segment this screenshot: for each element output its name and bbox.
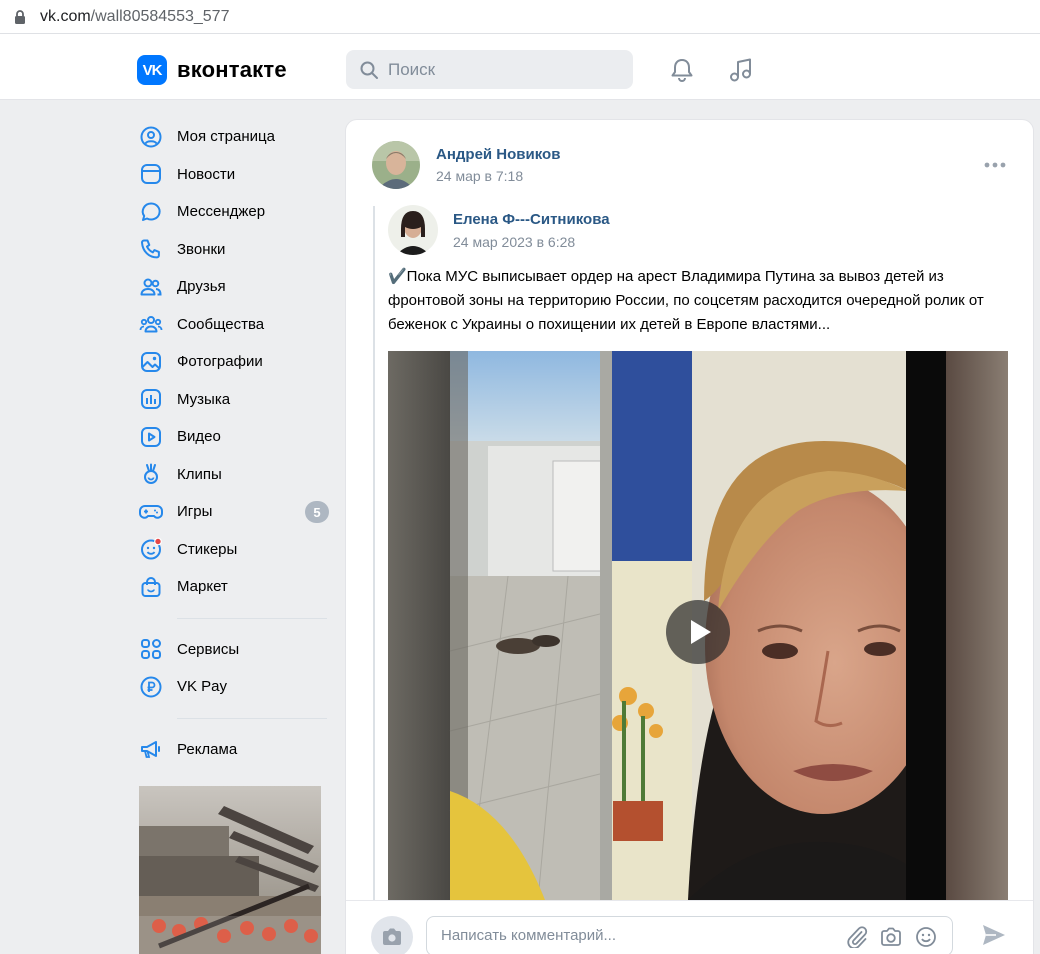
phone-icon xyxy=(137,235,165,263)
sidebar-item-services[interactable]: Сервисы xyxy=(137,631,329,669)
url-path: /wall80584553_577 xyxy=(90,8,230,25)
camera-icon xyxy=(383,928,401,945)
sidebar-item-label: Звонки xyxy=(177,240,226,258)
sidebar-item-label: Реклама xyxy=(177,740,238,758)
send-icon[interactable] xyxy=(981,923,1007,947)
left-sidebar: Моя страница Новости Мессенджер Звонки Д… xyxy=(137,118,329,768)
attach-icon[interactable] xyxy=(845,926,869,948)
post-date[interactable]: 24 мар в 7:18 xyxy=(436,168,523,184)
sidebar-item-calls[interactable]: Звонки xyxy=(137,231,329,269)
sidebar-item-label: Стикеры xyxy=(177,540,238,558)
author-avatar[interactable] xyxy=(372,141,420,189)
sidebar-item-music[interactable]: Музыка xyxy=(137,381,329,419)
my-avatar-placeholder[interactable] xyxy=(371,916,413,954)
megaphone-icon xyxy=(137,735,165,763)
wall-post: Андрей Новиков 24 мар в 7:18 Елена Ф---С… xyxy=(345,119,1034,954)
sidebar-item-communities[interactable]: Сообщества xyxy=(137,306,329,344)
sidebar-item-friends[interactable]: Друзья xyxy=(137,268,329,306)
newsfeed-icon xyxy=(137,160,165,188)
games-count-badge: 5 xyxy=(305,501,329,523)
sidebar-item-ads[interactable]: Реклама xyxy=(137,731,329,769)
url-host: vk.com xyxy=(40,8,91,25)
sidebar-item-label: Сервисы xyxy=(177,640,240,658)
camera-icon[interactable] xyxy=(879,926,903,948)
browser-url-bar[interactable]: vk.com/wall80584553_577 xyxy=(0,0,1040,34)
user-circle-icon xyxy=(137,123,165,151)
sidebar-divider xyxy=(177,717,327,719)
music-icon xyxy=(137,385,165,413)
more-options-icon[interactable] xyxy=(983,160,1007,170)
repost-author-name[interactable]: Елена Ф---Ситникова xyxy=(453,211,610,228)
comment-bar xyxy=(346,900,1033,954)
sidebar-item-label: Видео xyxy=(177,428,221,446)
vk-logo[interactable]: VK вконтакте xyxy=(137,55,287,85)
promo-image[interactable] xyxy=(139,786,321,954)
sidebar-divider xyxy=(177,617,327,619)
sidebar-item-label: Маркет xyxy=(177,578,228,596)
sidebar-item-photos[interactable]: Фотографии xyxy=(137,343,329,381)
sidebar-item-label: Новости xyxy=(177,165,236,183)
lock-icon xyxy=(15,10,25,24)
sidebar-item-label: Игры xyxy=(177,503,213,521)
search-input[interactable] xyxy=(388,59,608,80)
sidebar-item-label: Сообщества xyxy=(177,315,265,333)
post-text: ✔️Пока МУС выписывает ордер на арест Вла… xyxy=(388,268,984,333)
search-icon xyxy=(360,61,378,79)
sidebar-item-label: Клипы xyxy=(177,465,222,483)
top-header: VK вконтакте xyxy=(0,34,1040,100)
sidebar-item-market[interactable]: Маркет xyxy=(137,568,329,606)
sidebar-item-my-page[interactable]: Моя страница xyxy=(137,118,329,156)
services-icon xyxy=(137,635,165,663)
search-box[interactable] xyxy=(346,50,633,89)
sidebar-item-clips[interactable]: Клипы xyxy=(137,456,329,494)
play-button[interactable] xyxy=(666,600,730,664)
sidebar-item-stickers[interactable]: Стикеры xyxy=(137,531,329,569)
emoji-icon[interactable] xyxy=(914,926,938,948)
comment-input[interactable] xyxy=(441,927,821,944)
clips-icon xyxy=(137,460,165,488)
vk-brand-name: вконтакте xyxy=(177,57,287,82)
stickers-icon xyxy=(137,535,165,563)
photos-icon xyxy=(137,348,165,376)
sidebar-item-vk-pay[interactable]: VK Pay xyxy=(137,668,329,706)
sidebar-item-messenger[interactable]: Мессенджер xyxy=(137,193,329,231)
repost-indicator-line xyxy=(373,206,375,906)
repost-date[interactable]: 24 мар 2023 в 6:28 xyxy=(453,234,575,250)
video-player[interactable] xyxy=(388,351,1008,900)
communities-icon xyxy=(137,310,165,338)
vkpay-icon xyxy=(137,673,165,701)
url-text[interactable]: vk.com/wall80584553_577 xyxy=(40,8,229,26)
vk-logo-mark: VK xyxy=(137,55,167,85)
music-note-icon[interactable] xyxy=(727,56,755,84)
sidebar-item-label: Музыка xyxy=(177,390,231,408)
bell-icon[interactable] xyxy=(668,56,696,84)
play-icon xyxy=(691,620,711,644)
market-icon xyxy=(137,573,165,601)
sidebar-item-label: Мессенджер xyxy=(177,203,266,221)
sidebar-item-label: Друзья xyxy=(177,278,226,296)
sidebar-item-video[interactable]: Видео xyxy=(137,418,329,456)
games-icon xyxy=(137,498,165,526)
friends-icon xyxy=(137,273,165,301)
comment-input-box[interactable] xyxy=(426,916,953,954)
repost-author-avatar[interactable] xyxy=(388,205,438,255)
video-icon xyxy=(137,423,165,451)
sidebar-item-label: Фотографии xyxy=(177,353,263,371)
sidebar-item-label: VK Pay xyxy=(177,678,228,696)
post-author-name[interactable]: Андрей Новиков xyxy=(436,146,560,163)
sidebar-item-news[interactable]: Новости xyxy=(137,156,329,194)
sidebar-item-label: Моя страница xyxy=(177,128,275,146)
sidebar-item-games[interactable]: Игры 5 xyxy=(137,493,329,531)
message-icon xyxy=(137,198,165,226)
